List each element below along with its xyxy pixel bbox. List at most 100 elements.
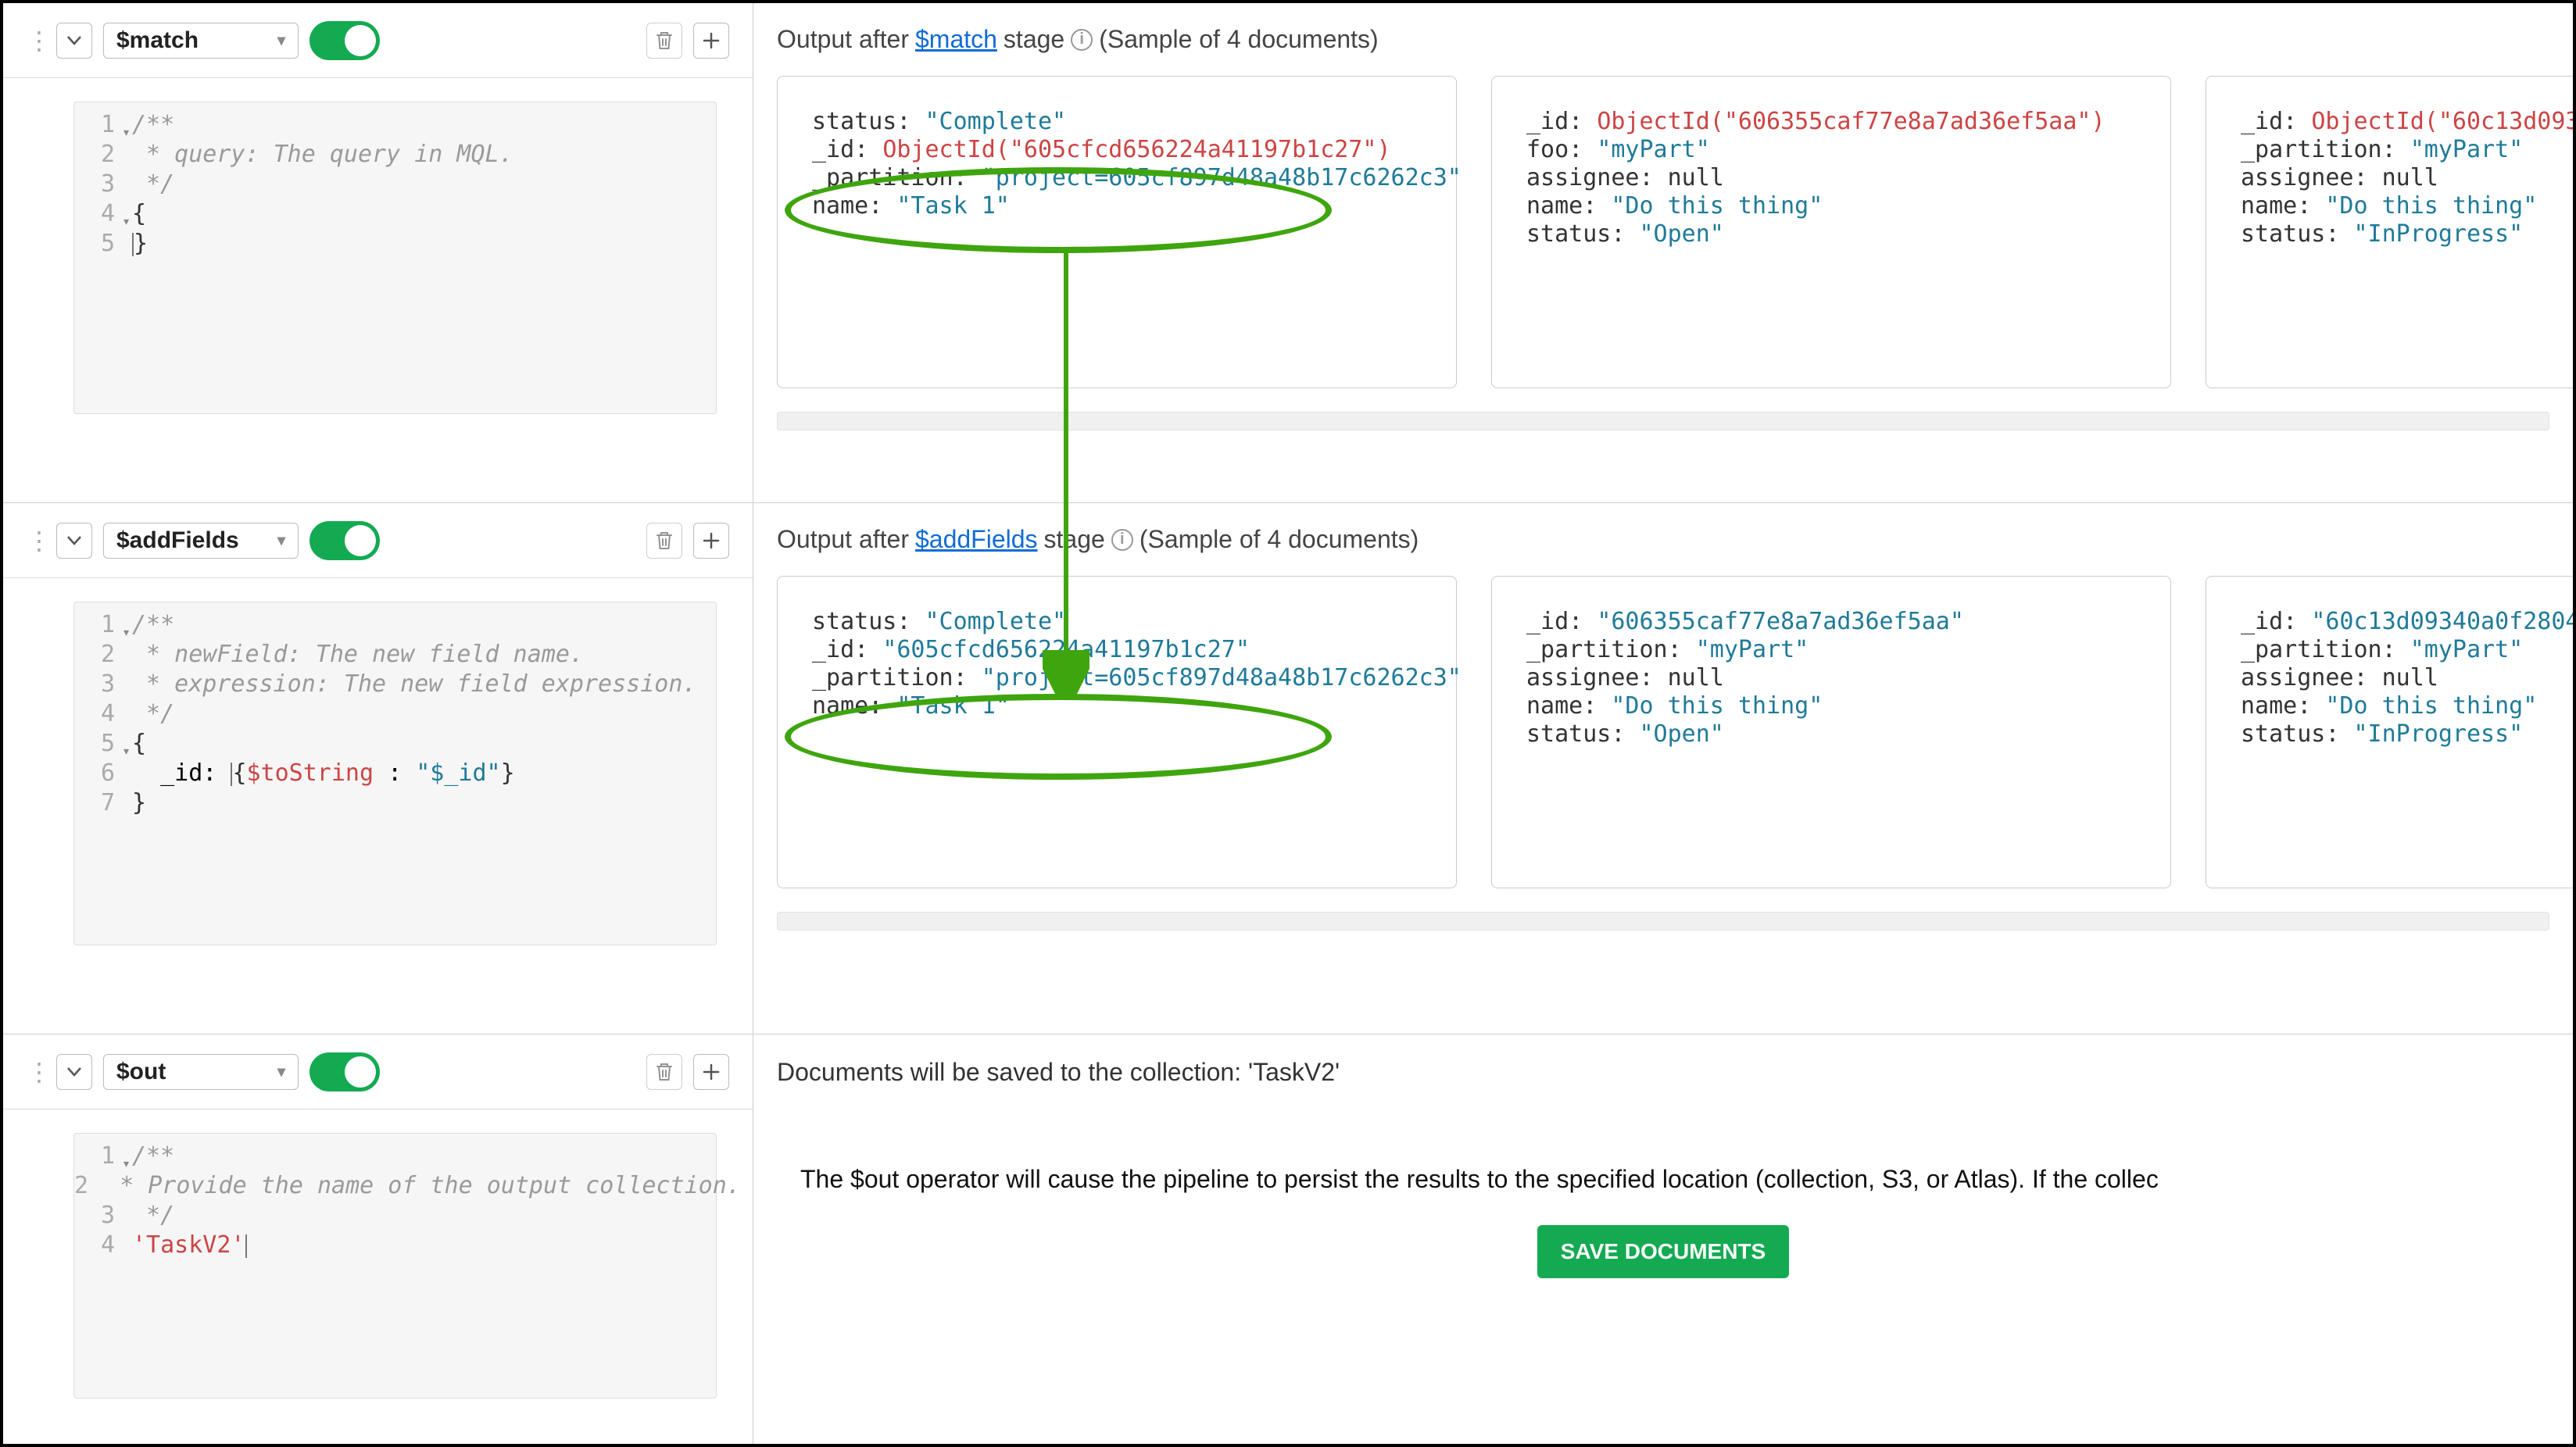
plus-icon: [703, 532, 720, 549]
stage-left: ⋮⋮⋮ $addFields ▾ 1▾/** 2 * newField: The…: [3, 503, 753, 1034]
stage-enabled-toggle[interactable]: [309, 521, 380, 560]
doc-field: assignee: null: [2241, 664, 2573, 692]
add-stage-button[interactable]: [693, 23, 729, 59]
code-line: * Provide the name of the output collect…: [95, 1171, 741, 1201]
stage-header: ⋮⋮⋮ $match ▾: [3, 3, 753, 78]
doc-field: status: "Open": [1526, 720, 2136, 749]
stage-output: Output after $addFields stage i (Sample …: [753, 503, 2573, 1034]
doc-field: name: "Do this thing": [1526, 692, 2136, 720]
code-editor[interactable]: 1▾/** 2 * query: The query in MQL. 3 */ …: [73, 102, 717, 414]
output-stage-link[interactable]: $match: [915, 25, 997, 54]
doc-field: _id: ObjectId("60c13d09340: [2241, 108, 2573, 136]
add-stage-button[interactable]: [693, 1054, 729, 1090]
code-line: _id: {$toString : "$_id"}: [121, 759, 716, 788]
doc-field: status: "Complete": [812, 108, 1422, 136]
plus-icon: [703, 1063, 720, 1081]
caret-down-icon: ▾: [277, 30, 285, 50]
code-line: /**: [121, 110, 716, 140]
code-line: }: [121, 229, 716, 259]
output-sample: (Sample of 4 documents): [1099, 25, 1379, 54]
code-line: */: [121, 1201, 716, 1231]
doc-field: status: "InProgress": [2241, 720, 2573, 749]
scroll-track[interactable]: [777, 412, 2549, 431]
stage-operator-select[interactable]: $out ▾: [103, 1054, 299, 1090]
collapse-button[interactable]: [56, 1054, 92, 1090]
code-line: * newField: The new field name.: [121, 640, 716, 670]
output-prefix: Output after: [777, 25, 909, 54]
doc-field: assignee: null: [1526, 664, 2136, 692]
doc-field: _partition: "project=605cf897d48a48b17c6…: [812, 164, 1422, 192]
stage-operator-select[interactable]: $addFields ▾: [103, 523, 299, 559]
doc-field: _id: "606355caf77e8a7ad36ef5aa": [1526, 608, 2136, 636]
code-editor[interactable]: 1▾/** 2 * newField: The new field name. …: [73, 602, 717, 945]
doc-field: status: "Open": [1526, 220, 2136, 248]
delete-stage-button[interactable]: [646, 1054, 682, 1090]
document-card: status: "Complete"_id: ObjectId("605cfcd…: [777, 76, 1457, 388]
doc-field: foo: "myPart": [1526, 136, 2136, 164]
delete-stage-button[interactable]: [646, 23, 682, 59]
doc-field: status: "InProgress": [2241, 220, 2573, 248]
doc-field: _id: "605cfcd656224a41197b1c27": [812, 636, 1422, 664]
doc-field: name: "Do this thing": [2241, 692, 2573, 720]
stage-header: ⋮⋮⋮ $addFields ▾: [3, 503, 753, 578]
stage-enabled-toggle[interactable]: [309, 21, 380, 60]
scroll-track[interactable]: [777, 912, 2549, 931]
code-line: /**: [121, 610, 716, 640]
out-save-message: Documents will be saved to the collectio…: [753, 1034, 2573, 1095]
stage-output: Documents will be saved to the collectio…: [753, 1034, 2573, 1444]
document-card: _id: ObjectId("60c13d09340_partition: "m…: [2206, 76, 2573, 388]
stage-left: ⋮⋮⋮ $match ▾ 1▾/** 2 * query: The query …: [3, 3, 753, 502]
code-line: {: [121, 199, 716, 229]
stage-out: ⋮⋮⋮ $out ▾ 1▾/** 2 * Provide the name of…: [3, 1034, 2573, 1444]
drag-handle-icon[interactable]: ⋮⋮⋮: [27, 26, 45, 55]
save-documents-button[interactable]: SAVE DOCUMENTS: [1537, 1225, 1789, 1278]
document-card: _id: "606355caf77e8a7ad36ef5aa"_partitio…: [1491, 576, 2171, 888]
code-line: * expression: The new field expression.: [121, 670, 716, 699]
code-line: */: [121, 170, 716, 199]
code-line: }: [121, 788, 716, 818]
info-icon[interactable]: i: [1071, 29, 1093, 51]
doc-field: name: "Do this thing": [2241, 192, 2573, 220]
code-editor[interactable]: 1▾/** 2 * Provide the name of the output…: [73, 1133, 717, 1399]
doc-field: assignee: null: [2241, 164, 2573, 192]
delete-stage-button[interactable]: [646, 523, 682, 559]
stage-header: ⋮⋮⋮ $out ▾: [3, 1034, 753, 1109]
output-suffix: stage: [1044, 525, 1105, 554]
caret-down-icon: ▾: [277, 531, 285, 550]
out-description: The $out operator will cause the pipelin…: [753, 1095, 2573, 1225]
trash-icon: [655, 1062, 674, 1082]
chevron-down-icon: [67, 536, 81, 545]
output-prefix: Output after: [777, 525, 909, 554]
drag-handle-icon[interactable]: ⋮⋮⋮: [27, 1057, 45, 1087]
code-line: /**: [121, 1142, 716, 1171]
stage-enabled-toggle[interactable]: [309, 1052, 380, 1092]
plus-icon: [703, 32, 720, 49]
document-cards: status: "Complete"_id: ObjectId("605cfcd…: [753, 76, 2573, 412]
stage-left: ⋮⋮⋮ $out ▾ 1▾/** 2 * Provide the name of…: [3, 1034, 753, 1444]
doc-field: _id: ObjectId("605cfcd656224a41197b1c27"…: [812, 136, 1422, 164]
doc-field: status: "Complete": [812, 608, 1422, 636]
stage-operator-select[interactable]: $match ▾: [103, 23, 299, 59]
output-header: Output after $match stage i (Sample of 4…: [753, 3, 2573, 76]
add-stage-button[interactable]: [693, 523, 729, 559]
output-sample: (Sample of 4 documents): [1140, 525, 1419, 554]
output-header: Output after $addFields stage i (Sample …: [753, 503, 2573, 576]
doc-field: assignee: null: [1526, 164, 2136, 192]
document-cards: status: "Complete"_id: "605cfcd656224a41…: [753, 576, 2573, 912]
collapse-button[interactable]: [56, 523, 92, 559]
code-line: {: [121, 729, 716, 759]
drag-handle-icon[interactable]: ⋮⋮⋮: [27, 526, 45, 556]
stage-operator-label: $out: [116, 1059, 166, 1085]
info-icon[interactable]: i: [1111, 529, 1133, 551]
code-line: 'TaskV2': [121, 1231, 716, 1260]
collapse-button[interactable]: [56, 23, 92, 59]
output-stage-link[interactable]: $addFields: [915, 525, 1038, 554]
doc-field: _partition: "myPart": [2241, 636, 2573, 664]
code-line: * query: The query in MQL.: [121, 140, 716, 170]
stage-operator-label: $addFields: [116, 527, 239, 554]
doc-field: _id: ObjectId("606355caf77e8a7ad36ef5aa"…: [1526, 108, 2136, 136]
stage-output: Output after $match stage i (Sample of 4…: [753, 3, 2573, 502]
doc-field: _partition: "myPart": [1526, 636, 2136, 664]
trash-icon: [655, 30, 674, 51]
stage-addfields: ⋮⋮⋮ $addFields ▾ 1▾/** 2 * newField: The…: [3, 503, 2573, 1034]
